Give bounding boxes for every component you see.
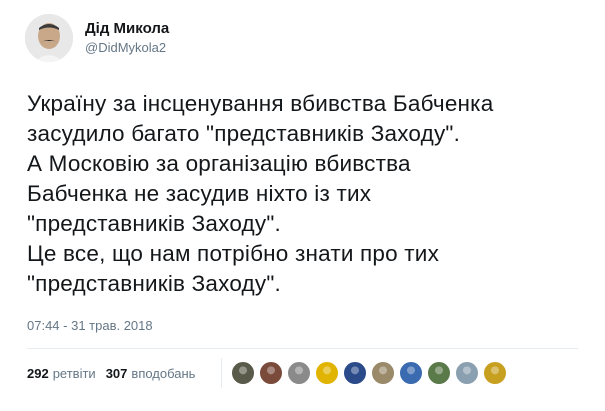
tweet-card: Дід Микола @DidMykola2 Україну за інсцен… (0, 0, 605, 411)
tweet-text-line: Україну за інсценування вбивства Бабченк… (27, 91, 494, 116)
retweets-label: ретвіти (52, 366, 96, 381)
retweets-stat[interactable]: 292 ретвіти (27, 366, 96, 381)
tweet-text-line: "представників Заходу". (27, 271, 281, 296)
likers-list (231, 361, 511, 385)
author-names: Дід Микола @DidMykola2 (85, 19, 169, 57)
tweet-text-line: Бабченка не засудив ніхто із тих (27, 181, 372, 206)
author-handle[interactable]: @DidMykola2 (85, 39, 169, 57)
tweet-text-line: засудило багато "представників Заходу". (27, 121, 461, 146)
liker-avatar-2[interactable] (259, 361, 283, 385)
likes-stat[interactable]: 307 вподобань (106, 366, 196, 381)
liker-avatar-4[interactable] (315, 361, 339, 385)
stats-divider (27, 348, 578, 349)
liker-avatar-10[interactable] (483, 361, 507, 385)
author-display-name[interactable]: Дід Микола (85, 19, 169, 39)
author-avatar[interactable] (25, 14, 73, 62)
likes-count: 307 (105, 366, 128, 381)
stats-separator (221, 358, 222, 388)
liker-avatar-3[interactable] (287, 361, 311, 385)
tweet-text: Україну за інсценування вбивства Бабченк… (27, 89, 587, 299)
retweets-count: 292 (27, 366, 49, 381)
tweet-header: Дід Микола @DidMykola2 (25, 14, 169, 62)
likes-label: вподобань (131, 366, 196, 381)
liker-avatar-7[interactable] (399, 361, 423, 385)
tweet-stats: 292 ретвіти 307 вподобань (27, 366, 205, 381)
liker-avatar-8[interactable] (427, 361, 451, 385)
tweet-timestamp[interactable]: 07:44 - 31 трав. 2018 (27, 318, 153, 333)
liker-avatar-1[interactable] (231, 361, 255, 385)
tweet-text-line: Це все, що нам потрібно знати про тих (27, 241, 440, 266)
liker-avatar-5[interactable] (343, 361, 367, 385)
liker-avatar-9[interactable] (455, 361, 479, 385)
author-avatar-image (25, 14, 73, 62)
tweet-text-line: А Московію за організацію вбивства (27, 151, 411, 176)
liker-avatar-6[interactable] (371, 361, 395, 385)
tweet-text-line: "представників Заходу". (27, 211, 281, 236)
